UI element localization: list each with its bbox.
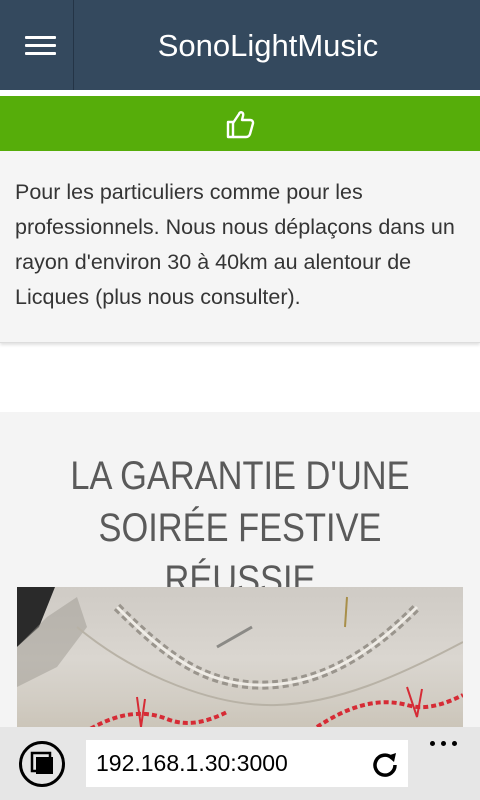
- address-text: 192.168.1.30:3000: [96, 750, 288, 776]
- info-text: Pour les particuliers comme pour les pro…: [15, 180, 455, 309]
- hamburger-menu-icon: [25, 36, 56, 39]
- info-card: Pour les particuliers comme pour les pro…: [0, 151, 480, 343]
- more-icon: [430, 741, 435, 746]
- section-title: LA GARANTIE D'UNE SOIRÉE FESTIVE RÉUSSIE: [34, 450, 447, 606]
- guarantee-section: LA GARANTIE D'UNE SOIRÉE FESTIVE RÉUSSIE: [0, 412, 480, 732]
- menu-button[interactable]: [0, 0, 74, 90]
- party-photo-image: [17, 587, 463, 732]
- more-icon-dot: [441, 741, 446, 746]
- brand-title[interactable]: SonoLightMusic: [74, 0, 480, 90]
- party-photo: [17, 587, 463, 732]
- tabs-button[interactable]: [19, 741, 65, 787]
- refresh-button[interactable]: [370, 749, 400, 779]
- like-bar[interactable]: [0, 96, 480, 151]
- tabs-icon: [30, 751, 53, 774]
- section-title-line1: LA GARANTIE D'UNE: [70, 454, 410, 498]
- more-button[interactable]: [428, 733, 460, 753]
- browser-toolbar: 192.168.1.30:3000: [0, 727, 480, 800]
- thumbs-up-icon: [226, 110, 255, 138]
- more-icon-dot: [452, 741, 457, 746]
- address-bar[interactable]: 192.168.1.30:3000: [86, 740, 408, 787]
- refresh-icon: [373, 753, 397, 777]
- app-header: SonoLightMusic: [0, 0, 480, 90]
- hamburger-line: [25, 44, 56, 47]
- hamburger-line: [25, 52, 56, 55]
